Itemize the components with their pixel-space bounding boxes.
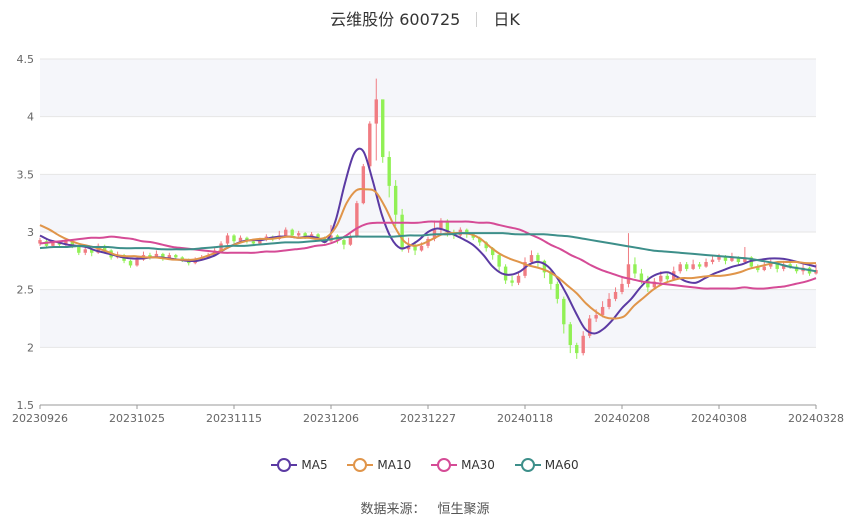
legend-marker-ma60 bbox=[514, 458, 541, 472]
candle-body bbox=[600, 306, 605, 316]
data-source-label: 数据来源： bbox=[360, 502, 426, 517]
y-tick-label: 3.5 bbox=[17, 168, 35, 181]
candle-body bbox=[562, 298, 566, 325]
legend-marker-ma5 bbox=[271, 458, 298, 472]
candle-body bbox=[704, 261, 708, 267]
candle-body bbox=[568, 324, 572, 346]
candle-body bbox=[174, 255, 178, 258]
candle-body bbox=[620, 283, 624, 292]
candle-body bbox=[762, 266, 766, 271]
candle-body bbox=[374, 99, 378, 124]
x-tick-label: 20240308 bbox=[691, 412, 747, 425]
candle-body bbox=[613, 291, 618, 299]
candle-body bbox=[659, 275, 663, 282]
candle-body bbox=[684, 264, 689, 269]
candle-body bbox=[607, 298, 611, 307]
y-tick-label: 4.5 bbox=[17, 53, 35, 66]
candle-body bbox=[381, 99, 385, 158]
legend-marker-ma30 bbox=[431, 458, 458, 472]
y-tick-label: 1.5 bbox=[17, 399, 35, 412]
x-tick-label: 20240118 bbox=[497, 412, 553, 425]
candle-body bbox=[225, 235, 230, 244]
candle-body bbox=[83, 249, 87, 253]
legend-marker-ma10 bbox=[347, 458, 374, 472]
data-source-value: 恒生聚源 bbox=[437, 502, 490, 517]
candle-body bbox=[387, 157, 391, 186]
y-tick-label: 2 bbox=[27, 341, 34, 354]
candle-body bbox=[626, 264, 631, 284]
chart-legend: MA5 MA10 MA30 MA60 bbox=[0, 458, 850, 472]
candle-body bbox=[361, 166, 366, 204]
legend-item-ma60[interactable]: MA60 bbox=[514, 458, 579, 472]
x-tick-label: 20231227 bbox=[400, 412, 456, 425]
candle-body bbox=[368, 123, 372, 167]
legend-item-ma10[interactable]: MA10 bbox=[347, 458, 411, 472]
candle-body bbox=[639, 273, 644, 281]
grid-band bbox=[40, 174, 816, 232]
candle-body bbox=[691, 264, 695, 269]
candle-body bbox=[393, 185, 398, 215]
candle-body bbox=[284, 229, 288, 236]
candlestick-chart: 1.5 2 2.5 3 3.5 4 4.5 20230926 20231025 20231115 2… bbox=[12, 53, 844, 425]
candle-body bbox=[678, 264, 682, 272]
candle-body bbox=[710, 259, 715, 262]
candle-body bbox=[575, 345, 579, 354]
legend-label-ma60: MA60 bbox=[544, 458, 579, 472]
candle-body bbox=[251, 241, 256, 244]
legend-label-ma10: MA10 bbox=[377, 458, 412, 472]
candle-body bbox=[594, 315, 598, 319]
candle-body bbox=[497, 255, 501, 267]
candle-body bbox=[581, 335, 585, 354]
candle-body bbox=[128, 260, 133, 266]
legend-item-ma30[interactable]: MA30 bbox=[431, 458, 495, 472]
candle-body bbox=[516, 275, 521, 283]
data-source: 数据来源： 恒生聚源 bbox=[0, 498, 850, 517]
y-tick-label: 3 bbox=[27, 226, 34, 239]
candle-body bbox=[697, 264, 702, 267]
grid-band bbox=[40, 289, 816, 348]
candle-body bbox=[342, 240, 346, 245]
y-tick-label: 4 bbox=[27, 111, 34, 124]
candle-body bbox=[355, 203, 359, 237]
legend-label-ma30: MA30 bbox=[461, 458, 495, 472]
candle-body bbox=[529, 255, 534, 262]
x-tick-label: 20240328 bbox=[788, 412, 844, 425]
candle-body bbox=[290, 229, 294, 236]
candle-body bbox=[665, 275, 669, 280]
legend-label-ma5: MA5 bbox=[301, 458, 328, 472]
x-tick-label: 20231025 bbox=[109, 412, 165, 425]
candle-body bbox=[419, 245, 424, 251]
candle-body bbox=[555, 283, 560, 299]
x-tick-label: 20230926 bbox=[12, 412, 68, 425]
x-tick-label: 20240208 bbox=[594, 412, 650, 425]
candle-body bbox=[296, 233, 301, 236]
grid-band bbox=[40, 59, 816, 117]
legend-item-ma5[interactable]: MA5 bbox=[271, 458, 328, 472]
candle-body bbox=[536, 255, 540, 261]
x-tick-label: 20231206 bbox=[303, 412, 359, 425]
candle-body bbox=[232, 235, 236, 242]
candle-body bbox=[633, 264, 637, 274]
candle-body bbox=[400, 214, 404, 250]
x-tick-label: 20231115 bbox=[206, 412, 262, 425]
candle-body bbox=[135, 259, 139, 266]
candle-body bbox=[510, 280, 514, 283]
y-tick-label: 2.5 bbox=[17, 284, 35, 297]
